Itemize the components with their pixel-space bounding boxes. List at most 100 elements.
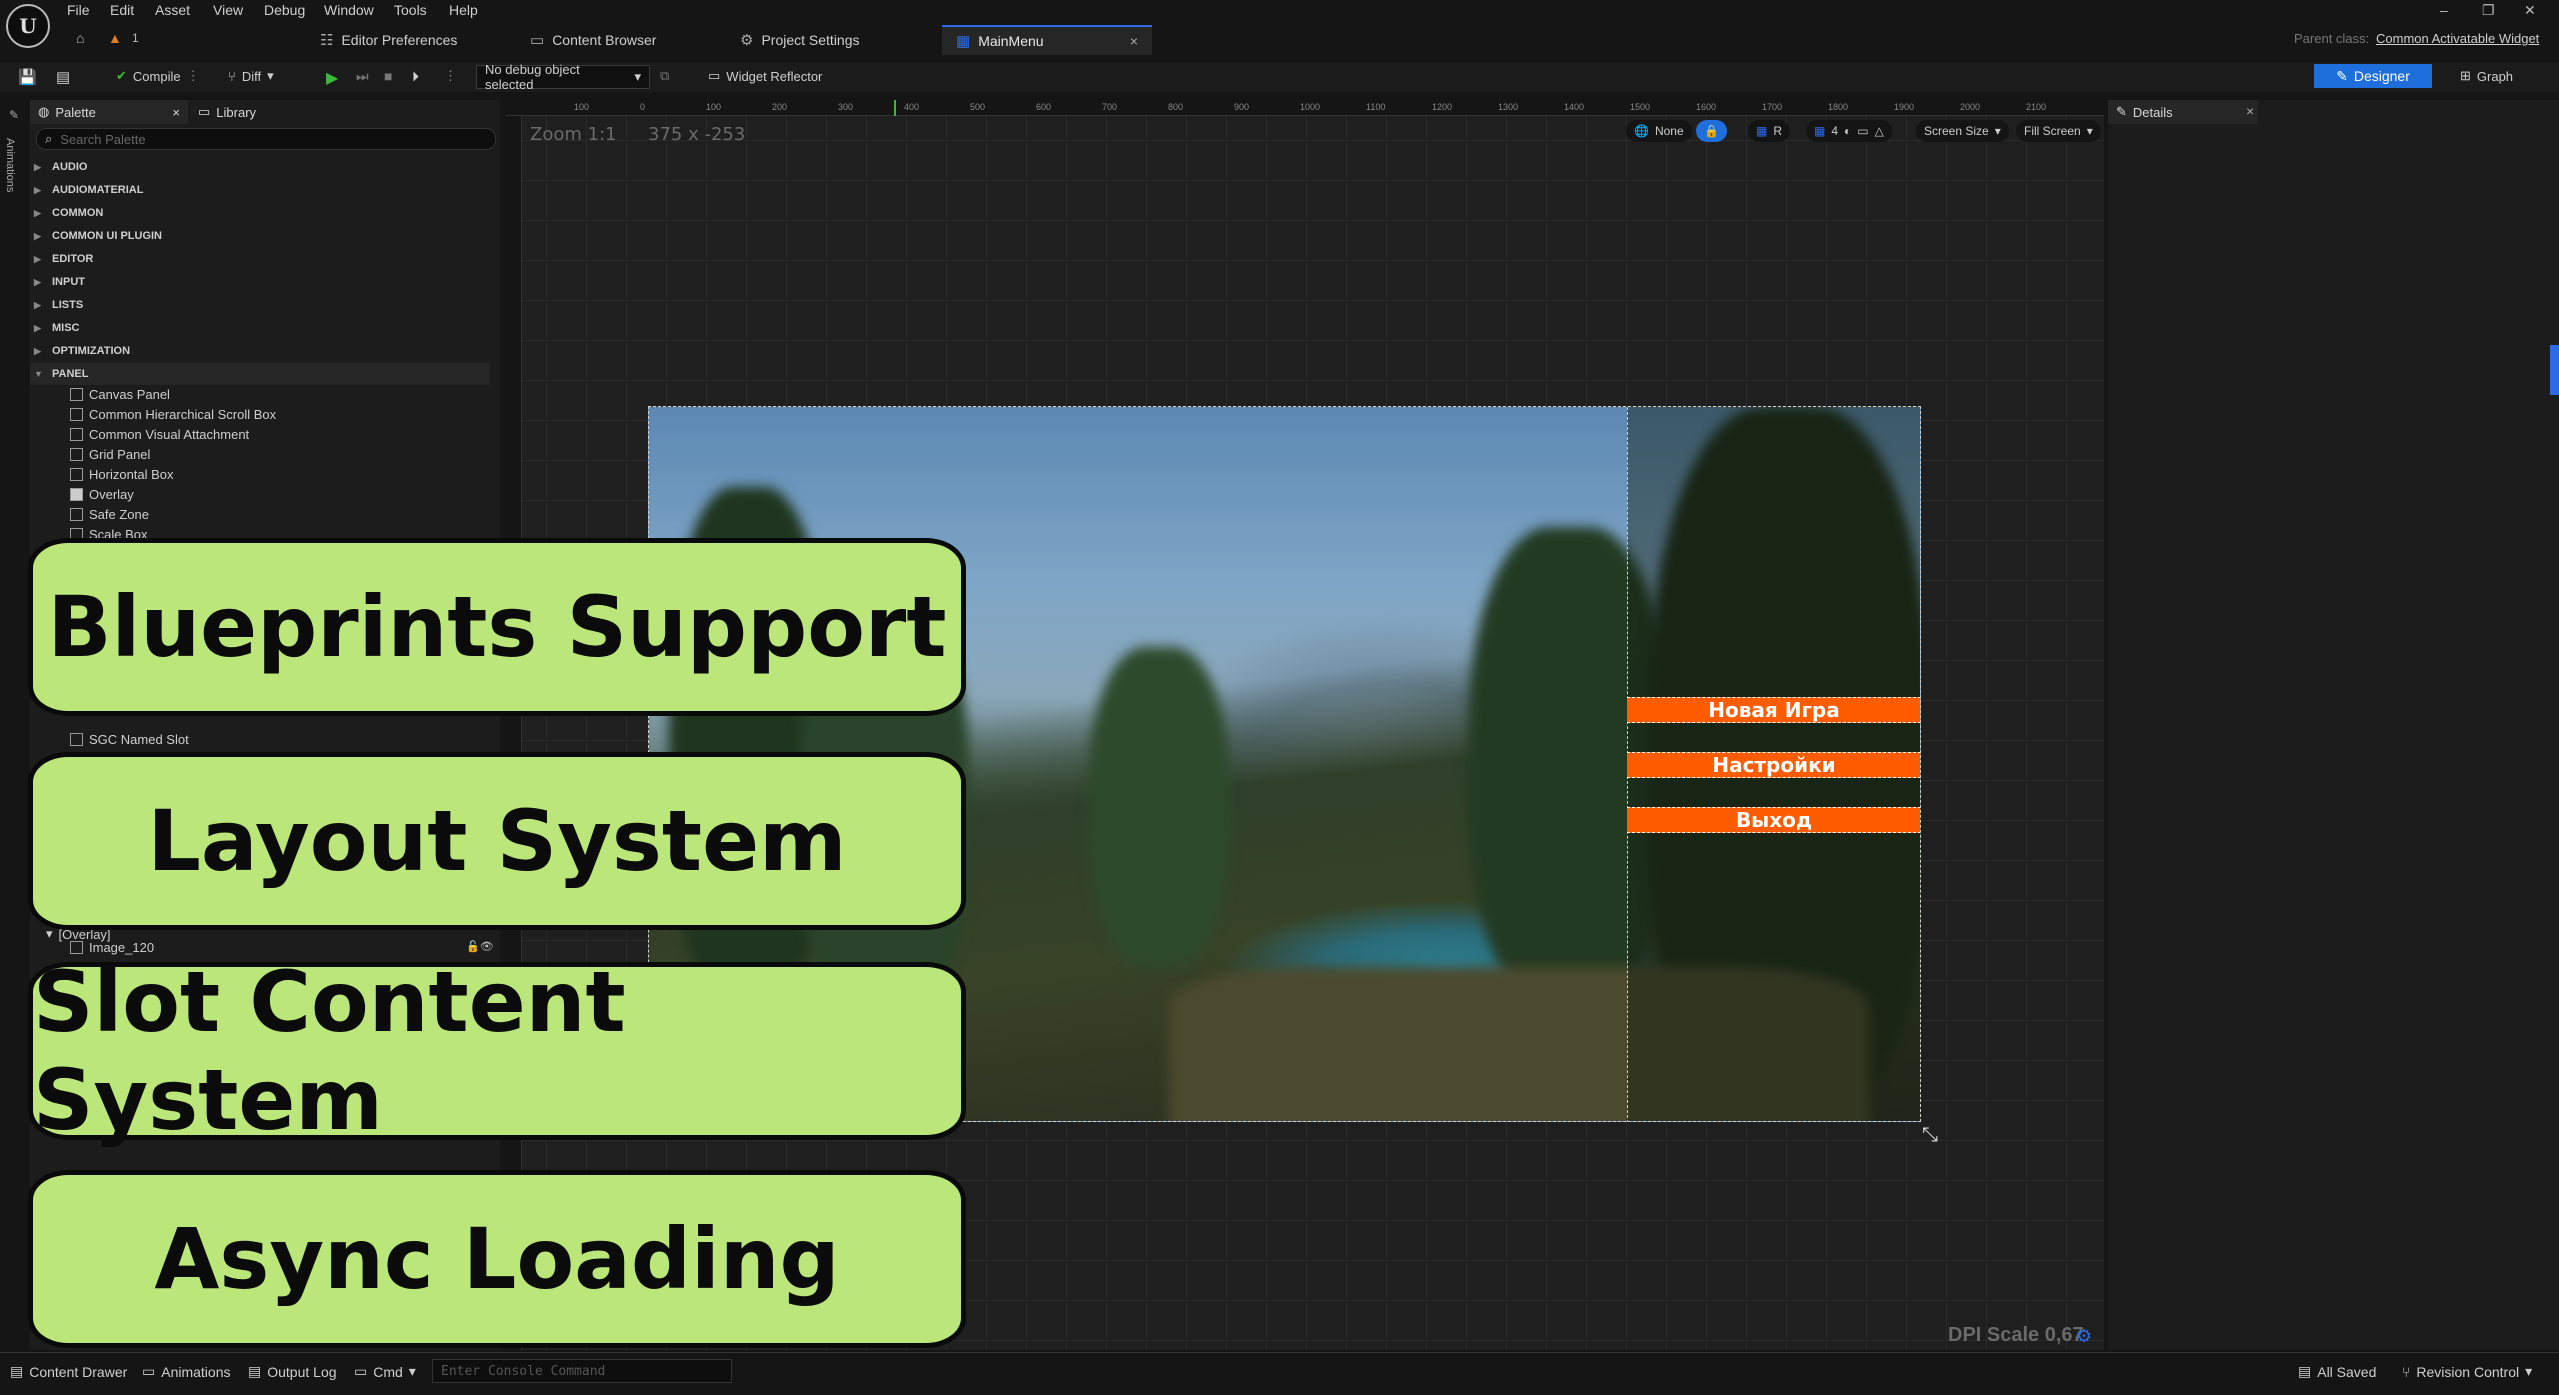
pin-icon[interactable]: ✎ <box>9 108 19 122</box>
menu-window[interactable]: Window <box>324 2 374 18</box>
category-common[interactable]: ▶ COMMON <box>30 202 103 224</box>
stop-icon[interactable]: ■ <box>384 68 392 84</box>
menu-debug[interactable]: Debug <box>264 2 305 18</box>
close-window-icon[interactable]: ✕ <box>2524 2 2536 19</box>
item-label: Overlay <box>89 486 134 502</box>
more-icon[interactable]: ⋮ <box>187 68 200 84</box>
category-label: OPTIMIZATION <box>52 345 131 357</box>
palette-search-input[interactable]: ⌕ Search Palette <box>36 128 496 150</box>
warning-icon[interactable]: ▲ <box>108 30 122 46</box>
category-panel[interactable]: ▼ PANEL <box>30 363 490 385</box>
play-options-icon[interactable]: ⋮ <box>444 68 457 84</box>
category-label: AUDIO <box>52 161 88 173</box>
palette-icon: ◍ <box>38 104 50 119</box>
respect-locks-toggle[interactable]: ▦ R <box>1748 120 1791 142</box>
content-drawer-button[interactable]: ▤ Content Drawer <box>10 1363 127 1380</box>
revision-control-button[interactable]: ⑂ Revision Control ▾ <box>2402 1363 2532 1380</box>
screen-size-select[interactable]: Screen Size ▾ <box>1916 120 2009 142</box>
exit-button[interactable]: Выход <box>1627 807 1920 833</box>
palette-item-grid-panel[interactable]: Grid Panel <box>70 444 150 464</box>
category-audiomaterial[interactable]: ▶ AUDIOMATERIAL <box>30 179 143 201</box>
parent-class-label: Parent class: <box>2294 31 2370 46</box>
close-icon[interactable]: × <box>2246 103 2254 119</box>
category-optimization[interactable]: ▶ OPTIMIZATION <box>30 340 130 362</box>
category-input[interactable]: ▶ INPUT <box>30 271 85 293</box>
ruler-tick-label: 1500 <box>1630 102 1651 112</box>
tab-editor-preferences[interactable]: ☷ Editor Preferences <box>306 25 516 55</box>
category-editor[interactable]: ▶ EDITOR <box>30 248 93 270</box>
step-icon[interactable]: ⏭ <box>356 68 369 85</box>
new-game-button[interactable]: Новая Игра <box>1627 697 1920 723</box>
tab-content-browser[interactable]: ▭ Content Browser <box>516 25 726 55</box>
horizontal-box-icon <box>70 467 83 481</box>
palette-item-sgc-named-slot[interactable]: SGC Named Slot <box>70 729 189 749</box>
tab-project-settings[interactable]: ⚙ Project Settings <box>726 25 936 55</box>
menu-help[interactable]: Help <box>449 2 478 18</box>
close-icon[interactable]: × <box>1130 33 1138 49</box>
ruler-tick-label: 300 <box>838 102 854 112</box>
localization-preview[interactable]: 🌐 None <box>1626 120 1692 142</box>
palette-item-canvas-panel[interactable]: Canvas Panel <box>70 384 170 404</box>
chevron-down-icon: ▾ <box>46 926 53 941</box>
cmd-select[interactable]: ▭ Cmd ▾ <box>354 1363 416 1380</box>
output-log-button[interactable]: ▤ Output Log <box>248 1363 337 1380</box>
callout-layout-system: Layout System <box>28 752 966 930</box>
category-label: AUDIOMATERIAL <box>52 184 144 196</box>
play-icon[interactable]: ▶ <box>326 68 338 88</box>
unreal-logo-icon[interactable]: U <box>6 4 50 48</box>
palette-tab-label: Palette <box>55 104 96 120</box>
compile-label: Compile <box>132 68 181 84</box>
menu-tools[interactable]: Tools <box>394 2 427 18</box>
tab-label: MainMenu <box>978 33 1044 49</box>
tab-library[interactable]: ▭ Library <box>190 100 330 124</box>
browse-icon[interactable]: ▤ <box>56 68 70 86</box>
all-saved-indicator[interactable]: ▤ All Saved <box>2298 1363 2376 1380</box>
tab-details[interactable]: ✎ Details <box>2108 100 2258 124</box>
category-common-ui-plugin[interactable]: ▶ COMMON UI PLUGIN <box>30 225 162 247</box>
grid-snap-toggle[interactable]: ▦ 4 ◐ ▭ △ <box>1806 120 1892 142</box>
resize-handle-icon[interactable]: ⤡ <box>1922 1124 1938 1147</box>
compile-button[interactable]: ✔ Compile ⋮ <box>116 68 200 84</box>
fill-screen-select[interactable]: Fill Screen ▾ <box>2016 120 2101 142</box>
palette-item-safe-zone[interactable]: Safe Zone <box>70 504 149 524</box>
lock-toggle[interactable]: 🔒 <box>1696 120 1727 142</box>
close-icon[interactable]: × <box>172 105 180 120</box>
debug-find-icon[interactable]: ⧉ <box>660 68 669 84</box>
category-lists[interactable]: ▶ LISTS <box>30 294 83 316</box>
tab-mainmenu[interactable]: ▦ MainMenu × <box>942 25 1152 55</box>
designer-button[interactable]: ✎ Designer <box>2314 64 2432 88</box>
diff-button[interactable]: ⑂ Diff ▾ <box>228 68 274 84</box>
branch-icon: ⑂ <box>2402 1363 2411 1380</box>
animations-button[interactable]: ▭ Animations <box>142 1363 231 1380</box>
settings-button[interactable]: Настройки <box>1627 752 1920 778</box>
category-audio[interactable]: ▶ AUDIO <box>30 156 87 178</box>
restore-icon[interactable]: ❐ <box>2482 2 2495 19</box>
lock-eye-icon[interactable]: 🔓👁 <box>466 940 494 953</box>
parent-class-link[interactable]: Common Activatable Widget <box>2376 31 2539 46</box>
home-icon[interactable]: ⌂ <box>76 30 84 46</box>
minimize-icon[interactable]: – <box>2440 2 2448 18</box>
palette-item-overlay[interactable]: Overlay <box>70 484 134 504</box>
category-misc[interactable]: ▶ MISC <box>30 317 80 339</box>
named-slot-icon <box>70 732 83 746</box>
toggle-r-label: R <box>1773 124 1783 138</box>
eject-icon[interactable]: ⏵ <box>412 68 419 85</box>
save-icon[interactable]: 💾 <box>18 68 37 86</box>
dpi-settings-icon[interactable]: ⚙ <box>2076 1326 2092 1347</box>
widget-reflector-button[interactable]: ▭ Widget Reflector <box>708 68 822 84</box>
palette-item-horizontal-box[interactable]: Horizontal Box <box>70 464 174 484</box>
animations-side-tab[interactable]: Animations <box>4 138 16 192</box>
side-panel-tab[interactable] <box>2550 345 2559 395</box>
palette-item-visual-attachment[interactable]: Common Visual Attachment <box>70 424 249 444</box>
menu-asset[interactable]: Asset <box>155 2 190 18</box>
tab-palette[interactable]: ◍ Palette × <box>30 100 188 124</box>
debug-object-select[interactable]: No debug object selected ▾ <box>476 62 650 92</box>
menu-edit[interactable]: Edit <box>110 2 134 18</box>
menu-view[interactable]: View <box>213 2 243 18</box>
graph-button[interactable]: ⊞ Graph <box>2460 68 2513 84</box>
menu-file[interactable]: File <box>67 2 90 18</box>
console-input[interactable]: Enter Console Command <box>432 1359 732 1383</box>
palette-item-hierarchical-scroll-box[interactable]: Common Hierarchical Scroll Box <box>70 404 276 424</box>
ruler-tick-label: 1900 <box>1894 102 1915 112</box>
save-icon: ▤ <box>2298 1363 2312 1379</box>
